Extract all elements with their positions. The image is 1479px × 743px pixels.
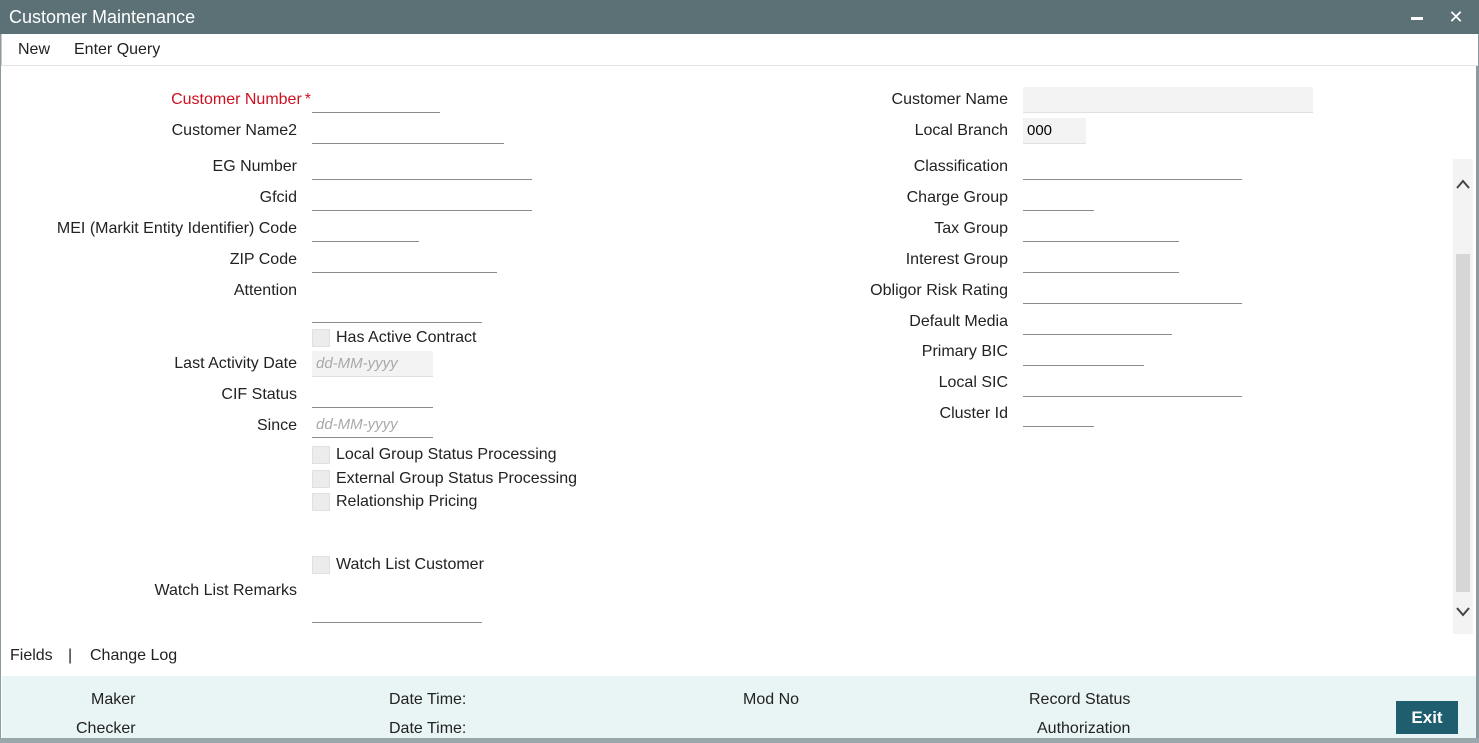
gfcid-input[interactable] [312, 185, 532, 211]
fields-link[interactable]: Fields [10, 647, 53, 665]
external-group-status-checkbox[interactable] [312, 470, 330, 488]
has-active-contract-checkbox[interactable] [312, 329, 330, 347]
charge-group-label: Charge Group [906, 189, 1008, 206]
change-log-link[interactable]: Change Log [90, 647, 177, 665]
cif-status-label: CIF Status [221, 386, 297, 403]
local-sic-input[interactable] [1023, 371, 1242, 397]
close-icon: ✕ [1448, 7, 1464, 27]
customer-name2-label: Customer Name2 [171, 122, 297, 139]
watch-list-remarks-input[interactable] [312, 597, 482, 623]
cif-status-input[interactable] [312, 382, 433, 408]
local-group-status-checkbox[interactable] [312, 446, 330, 464]
window-frame-bottom [0, 738, 1479, 743]
customer-number-input[interactable] [312, 87, 440, 113]
zip-code-input[interactable] [312, 247, 497, 273]
authorization-label: Authorization [1037, 720, 1131, 737]
customer-number-label-text: Customer Number [171, 91, 302, 108]
customer-name-label: Customer Name [891, 91, 1008, 108]
window-title: Customer Maintenance [9, 7, 196, 27]
has-active-contract-label: Has Active Contract [336, 329, 477, 346]
eg-number-label: EG Number [212, 158, 297, 175]
mei-code-label: MEI (Markit Entity Identifier) Code [56, 220, 297, 237]
menu-new[interactable]: New [18, 41, 50, 59]
zip-code-label: ZIP Code [229, 251, 297, 268]
audit-footer [2, 676, 1476, 738]
mod-no-label: Mod No [743, 691, 800, 708]
chevron-down-icon[interactable] [1453, 601, 1473, 622]
since-date-input[interactable] [312, 412, 433, 438]
last-activity-date-input[interactable] [312, 351, 433, 377]
minimize-button[interactable] [1406, 6, 1428, 28]
title-bar [0, 0, 1479, 34]
watch-list-customer-label: Watch List Customer [336, 556, 484, 573]
obligor-risk-rating-input[interactable] [1023, 278, 1242, 304]
primary-bic-label: Primary BIC [921, 343, 1008, 360]
customer-name-input[interactable] [1023, 87, 1313, 113]
customer-number-label: Customer Number * [171, 91, 311, 109]
customer-name2-input[interactable] [312, 118, 504, 144]
menu-enter-query[interactable]: Enter Query [74, 41, 160, 59]
interest-group-input[interactable] [1023, 247, 1179, 273]
chevron-up-icon[interactable] [1453, 173, 1473, 194]
maker-date-time-label: Date Time: [389, 691, 467, 708]
attention-label: Attention [233, 282, 297, 299]
since-label: Since [256, 417, 297, 434]
local-branch-label: Local Branch [914, 122, 1008, 139]
local-group-status-label: Local Group Status Processing [336, 446, 557, 463]
minimize-icon [1411, 16, 1423, 20]
watch-list-customer-checkbox[interactable] [312, 556, 330, 574]
local-branch-input[interactable] [1023, 118, 1086, 144]
checker-date-time-label: Date Time: [389, 720, 467, 737]
primary-bic-input[interactable] [1023, 340, 1144, 366]
obligor-risk-rating-label: Obligor Risk Rating [870, 282, 1008, 299]
menu-bar [1, 34, 1478, 66]
attention-input[interactable] [312, 297, 482, 323]
relationship-pricing-label: Relationship Pricing [336, 493, 478, 510]
links-separator: | [68, 647, 73, 664]
default-media-input[interactable] [1023, 309, 1172, 335]
gfcid-label: Gfcid [259, 189, 297, 206]
scrollbar-thumb[interactable] [1456, 254, 1470, 592]
exit-button[interactable]: Exit [1396, 701, 1458, 734]
relationship-pricing-checkbox[interactable] [312, 493, 330, 511]
eg-number-input[interactable] [312, 154, 532, 180]
mei-code-input[interactable] [312, 216, 419, 242]
tax-group-label: Tax Group [934, 220, 1008, 237]
interest-group-label: Interest Group [905, 251, 1008, 268]
default-media-label: Default Media [909, 313, 1008, 330]
close-button[interactable]: ✕ [1445, 6, 1467, 28]
required-asterisk: * [304, 91, 311, 108]
last-activity-date-label: Last Activity Date [174, 355, 297, 372]
local-sic-label: Local SIC [938, 374, 1008, 391]
charge-group-input[interactable] [1023, 185, 1094, 211]
checker-label: Checker [76, 720, 136, 737]
window-frame-left [0, 34, 1, 743]
cluster-id-input[interactable] [1023, 401, 1094, 427]
classification-label: Classification [913, 158, 1008, 175]
classification-input[interactable] [1023, 154, 1242, 180]
cluster-id-label: Cluster Id [939, 405, 1008, 422]
external-group-status-label: External Group Status Processing [336, 470, 578, 487]
watch-list-remarks-label: Watch List Remarks [154, 582, 297, 599]
tax-group-input[interactable] [1023, 216, 1179, 242]
record-status-label: Record Status [1029, 691, 1131, 708]
maker-label: Maker [91, 691, 136, 708]
